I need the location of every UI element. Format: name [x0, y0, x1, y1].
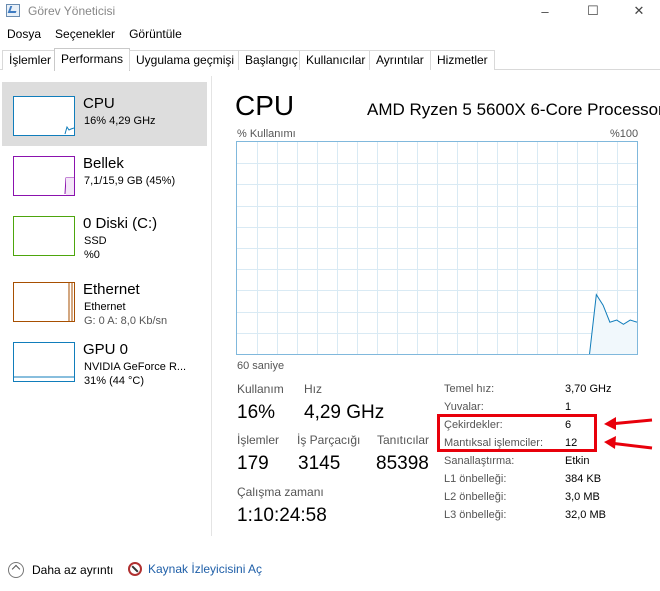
- annotation-highlight-box: [437, 414, 597, 452]
- spec-label: L2 önbelleği:: [444, 491, 507, 503]
- handles-label: Tanıtıcılar: [377, 433, 430, 447]
- handles-value: 85398: [376, 453, 429, 474]
- chevron-up-icon: [8, 562, 24, 578]
- annotation-arrows: [604, 417, 653, 450]
- spec-value: Etkin: [565, 455, 590, 467]
- device-detail-2: %0: [84, 249, 100, 261]
- graph-y-label: % Kullanımı: [237, 128, 296, 140]
- device-name: Bellek: [83, 155, 124, 172]
- panel-divider[interactable]: [211, 76, 212, 536]
- task-manager-icon: [6, 4, 20, 17]
- resource-monitor-icon: [128, 562, 142, 576]
- device-detail-2: 31% (44 °C): [84, 375, 145, 387]
- speed-label: Hız: [304, 382, 322, 396]
- device-name: CPU: [83, 95, 115, 112]
- ethernet-thumbnail-graph: [13, 282, 75, 322]
- device-item-memory[interactable]: Bellek 7,1/15,9 GB (45%): [2, 142, 207, 206]
- graph-time-label: 60 saniye: [237, 360, 285, 372]
- cpu-thumbnail-graph: [13, 96, 75, 136]
- tab-app-history[interactable]: Uygulama geçmişi: [129, 50, 242, 70]
- open-resource-monitor-link[interactable]: Kaynak İzleyicisini Aç: [128, 562, 262, 576]
- menu-view[interactable]: Görüntüle: [122, 25, 189, 45]
- cpu-usage-plot: [237, 142, 637, 354]
- device-detail: SSD: [84, 235, 107, 247]
- device-item-cpu[interactable]: CPU 16% 4,29 GHz: [2, 82, 207, 146]
- device-detail: 16% 4,29 GHz: [84, 115, 156, 127]
- gpu-thumbnail-line: [14, 376, 74, 378]
- cpu-thumbnail-line: [64, 125, 74, 135]
- resource-monitor-label: Kaynak İzleyicisini Aç: [148, 562, 263, 576]
- device-detail-2: G: 0 A: 8,0 Kb/sn: [84, 315, 168, 327]
- processes-value: 179: [237, 453, 269, 474]
- spec-value: 3,0 MB: [565, 491, 600, 503]
- utilization-label: Kullanım: [237, 382, 284, 396]
- gpu-thumbnail-graph: [13, 342, 75, 382]
- menu-options[interactable]: Seçenekler: [48, 25, 122, 45]
- footer: Daha az ayrıntı Kaynak İzleyicisini Aç: [0, 556, 660, 586]
- tab-users[interactable]: Kullanıcılar: [299, 50, 373, 70]
- spec-label: L3 önbelleği:: [444, 509, 507, 521]
- device-list: CPU 16% 4,29 GHz Bellek 7,1/15,9 GB (45%…: [0, 76, 210, 536]
- spec-label: L1 önbelleği:: [444, 473, 507, 485]
- device-item-gpu[interactable]: GPU 0 NVIDIA GeForce R... 31% (44 °C): [2, 328, 207, 392]
- device-name: 0 Diski (C:): [83, 215, 158, 232]
- tab-bar: İşlemler Performans Uygulama geçmişi Baş…: [0, 48, 660, 71]
- memory-thumbnail-line: [64, 177, 74, 195]
- tab-services[interactable]: Hizmetler: [430, 50, 495, 70]
- close-button[interactable]: ✕: [616, 0, 660, 22]
- threads-value: 3145: [298, 453, 341, 474]
- device-name: GPU 0: [83, 341, 129, 358]
- tab-performance[interactable]: Performans: [54, 48, 131, 71]
- tab-details[interactable]: Ayrıntılar: [369, 50, 431, 70]
- spec-label: Yuvalar:: [444, 401, 484, 413]
- window-title: Görev Yöneticisi: [28, 4, 116, 18]
- device-name: Ethernet: [83, 281, 140, 298]
- cpu-usage-area: [589, 294, 637, 354]
- spec-value: 1: [565, 401, 572, 413]
- threads-label: İş Parçacığı: [297, 433, 361, 447]
- uptime-value: 1:10:24:58: [237, 505, 327, 526]
- device-detail: 7,1/15,9 GB (45%): [84, 175, 176, 187]
- fewer-details-button[interactable]: Daha az ayrıntı: [8, 562, 113, 578]
- device-item-ethernet[interactable]: Ethernet Ethernet G: 0 A: 8,0 Kb/sn: [2, 268, 207, 332]
- spec-label: Temel hız:: [444, 383, 495, 395]
- cpu-model: AMD Ryzen 5 5600X 6-Core Processor: [367, 100, 660, 119]
- utilization-value: 16%: [237, 402, 276, 423]
- title-bar: Görev Yöneticisi – ☐ ✕: [0, 0, 660, 24]
- device-detail: Ethernet: [84, 301, 126, 313]
- menu-file[interactable]: Dosya: [0, 25, 48, 45]
- spec-value: 384 KB: [565, 473, 602, 485]
- speed-value: 4,29 GHz: [304, 402, 385, 423]
- cpu-usage-graph: [236, 141, 638, 355]
- processes-label: İşlemler: [237, 433, 280, 447]
- ethernet-thumbnail-line: [68, 283, 73, 321]
- device-item-disk[interactable]: 0 Diski (C:) SSD %0: [2, 202, 207, 266]
- maximize-button[interactable]: ☐: [570, 0, 616, 22]
- menu-bar: Dosya Seçenekler Görüntüle: [0, 25, 189, 45]
- disk-thumbnail-graph: [13, 216, 75, 256]
- uptime-label: Çalışma zamanı: [237, 485, 324, 499]
- device-detail: NVIDIA GeForce R...: [84, 361, 187, 373]
- tab-startup[interactable]: Başlangıç: [238, 50, 305, 70]
- spec-label: Sanallaştırma:: [444, 455, 515, 467]
- spec-value: 32,0 MB: [565, 509, 606, 521]
- graph-y-max-label: %100: [610, 128, 639, 140]
- spec-value: 3,70 GHz: [565, 383, 612, 395]
- memory-thumbnail-graph: [13, 156, 75, 196]
- fewer-details-label: Daha az ayrıntı: [32, 563, 114, 577]
- minimize-button[interactable]: –: [522, 0, 568, 22]
- page-title: CPU: [235, 90, 295, 121]
- tab-processes[interactable]: İşlemler: [2, 50, 59, 70]
